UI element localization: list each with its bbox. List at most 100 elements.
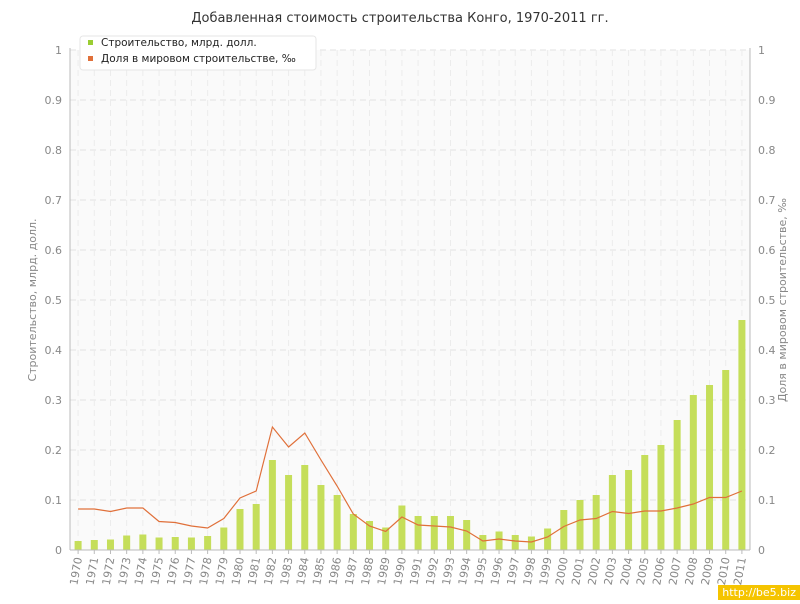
bar bbox=[155, 537, 163, 550]
bar bbox=[722, 370, 730, 550]
x-tick-label: 1997 bbox=[505, 556, 523, 586]
x-tick-label: 1970 bbox=[67, 556, 85, 586]
bar bbox=[673, 420, 681, 550]
chart-title: Добавленная стоимость строительства Конг… bbox=[191, 11, 608, 26]
bar bbox=[187, 537, 195, 550]
y-tick-label-right: 0.3 bbox=[758, 394, 776, 407]
chart: 0 0 0.1 0.1 0.2 0.2 0.3 0.3 0.4 0.4 0.5 0.5 0.6 0.6 0.… bbox=[0, 0, 800, 600]
bar bbox=[527, 536, 535, 550]
x-tick-label: 1973 bbox=[116, 556, 134, 586]
legend-label-bar: Строительство, млрд. долл. bbox=[101, 37, 257, 49]
x-tick-label: 2000 bbox=[553, 556, 571, 586]
bar bbox=[657, 445, 665, 550]
x-tick-label: 1978 bbox=[197, 556, 215, 586]
y-tick-label-right: 0.7 bbox=[758, 194, 776, 207]
x-tick-label: 2006 bbox=[650, 556, 668, 586]
bar bbox=[495, 531, 503, 550]
bar bbox=[625, 470, 633, 550]
bar bbox=[641, 455, 649, 550]
x-tick-label: 1994 bbox=[456, 556, 474, 586]
bar bbox=[74, 541, 82, 550]
legend-swatch-line bbox=[88, 56, 93, 61]
bar bbox=[123, 535, 131, 550]
bar bbox=[446, 516, 454, 550]
y-tick-label-left: 0.8 bbox=[45, 144, 63, 157]
x-tick-label: 1998 bbox=[521, 556, 539, 586]
x-tick-label: 1980 bbox=[229, 556, 247, 586]
bar bbox=[349, 514, 357, 550]
y-tick-label-right: 0.4 bbox=[758, 344, 776, 357]
legend-label-line: Доля в мировом строительстве, ‰ bbox=[101, 53, 296, 65]
x-tick-label: 1979 bbox=[213, 556, 231, 586]
bar bbox=[544, 528, 552, 550]
y-tick-label-right: 0.5 bbox=[758, 294, 776, 307]
x-tick-label: 1971 bbox=[84, 556, 102, 586]
bar bbox=[560, 510, 568, 550]
x-tick-label: 1977 bbox=[181, 556, 199, 586]
bar bbox=[90, 540, 98, 550]
x-tick-label: 1991 bbox=[407, 556, 425, 586]
x-tick-label: 1987 bbox=[343, 556, 361, 586]
bar bbox=[479, 535, 487, 550]
bar bbox=[398, 505, 406, 550]
bar bbox=[463, 520, 471, 550]
bar bbox=[317, 485, 325, 550]
x-tick-label: 1982 bbox=[262, 556, 280, 586]
bar bbox=[106, 539, 114, 550]
bar bbox=[171, 537, 179, 550]
bar bbox=[236, 509, 244, 550]
bar bbox=[511, 535, 519, 550]
x-tick-label: 1999 bbox=[537, 556, 555, 586]
y-tick-label-left: 1 bbox=[55, 44, 62, 57]
y-tick-label-left: 0.5 bbox=[45, 294, 63, 307]
x-tick-label: 2007 bbox=[666, 556, 684, 586]
y-tick-label-left: 0.3 bbox=[45, 394, 63, 407]
bar bbox=[285, 475, 293, 550]
bar bbox=[301, 465, 309, 550]
y-tick-label-right: 0.6 bbox=[758, 244, 776, 257]
legend: Строительство, млрд. долл. Доля в мирово… bbox=[79, 35, 317, 71]
bar bbox=[592, 495, 600, 550]
x-tick-label: 2009 bbox=[699, 556, 717, 586]
bar bbox=[139, 534, 147, 550]
bar bbox=[333, 495, 341, 550]
x-tick-label: 2003 bbox=[602, 556, 620, 586]
y-tick-label-left: 0.1 bbox=[45, 494, 63, 507]
x-tick-label: 1996 bbox=[488, 556, 506, 586]
y-tick-label-right: 0.2 bbox=[758, 444, 776, 457]
y-tick-label-left: 0.2 bbox=[45, 444, 63, 457]
x-tick-label: 2004 bbox=[618, 556, 636, 586]
x-tick-label: 1974 bbox=[132, 556, 150, 586]
x-tick-label: 1986 bbox=[326, 556, 344, 586]
x-tick-label: 1988 bbox=[359, 556, 377, 586]
x-tick-label: 1984 bbox=[294, 556, 312, 586]
x-tick-label: 1992 bbox=[424, 556, 442, 586]
x-tick-label: 2010 bbox=[715, 556, 733, 586]
bar bbox=[220, 527, 228, 550]
x-tick-label: 1985 bbox=[310, 556, 328, 586]
bar bbox=[268, 460, 276, 550]
x-tick-label: 1975 bbox=[148, 556, 166, 586]
x-tick-label: 1981 bbox=[245, 556, 263, 586]
x-tick-label: 2001 bbox=[569, 556, 587, 586]
bar bbox=[252, 504, 260, 550]
y-tick-label-left: 0.9 bbox=[45, 94, 63, 107]
bar bbox=[430, 516, 438, 550]
x-tick-label: 1989 bbox=[375, 556, 393, 586]
y-tick-label-left: 0.7 bbox=[45, 194, 63, 207]
bar bbox=[706, 385, 714, 550]
x-tick-label: 2002 bbox=[585, 556, 603, 586]
y-tick-label-right: 0.8 bbox=[758, 144, 776, 157]
x-tick-label: 1972 bbox=[100, 556, 118, 586]
x-tick-label: 1990 bbox=[391, 556, 409, 586]
y-axis-right-label: Доля в мировом строительстве, ‰ bbox=[776, 198, 789, 402]
x-tick-label: 1995 bbox=[472, 556, 490, 586]
bar bbox=[738, 320, 746, 550]
y-tick-label-right: 0.1 bbox=[758, 494, 776, 507]
y-tick-label-right: 0.9 bbox=[758, 94, 776, 107]
bar bbox=[204, 536, 212, 550]
x-tick-label: 1983 bbox=[278, 556, 296, 586]
watermark: http://be5.biz bbox=[718, 585, 800, 600]
x-tick-label: 2005 bbox=[634, 556, 652, 586]
x-tick-label: 2011 bbox=[731, 556, 749, 586]
